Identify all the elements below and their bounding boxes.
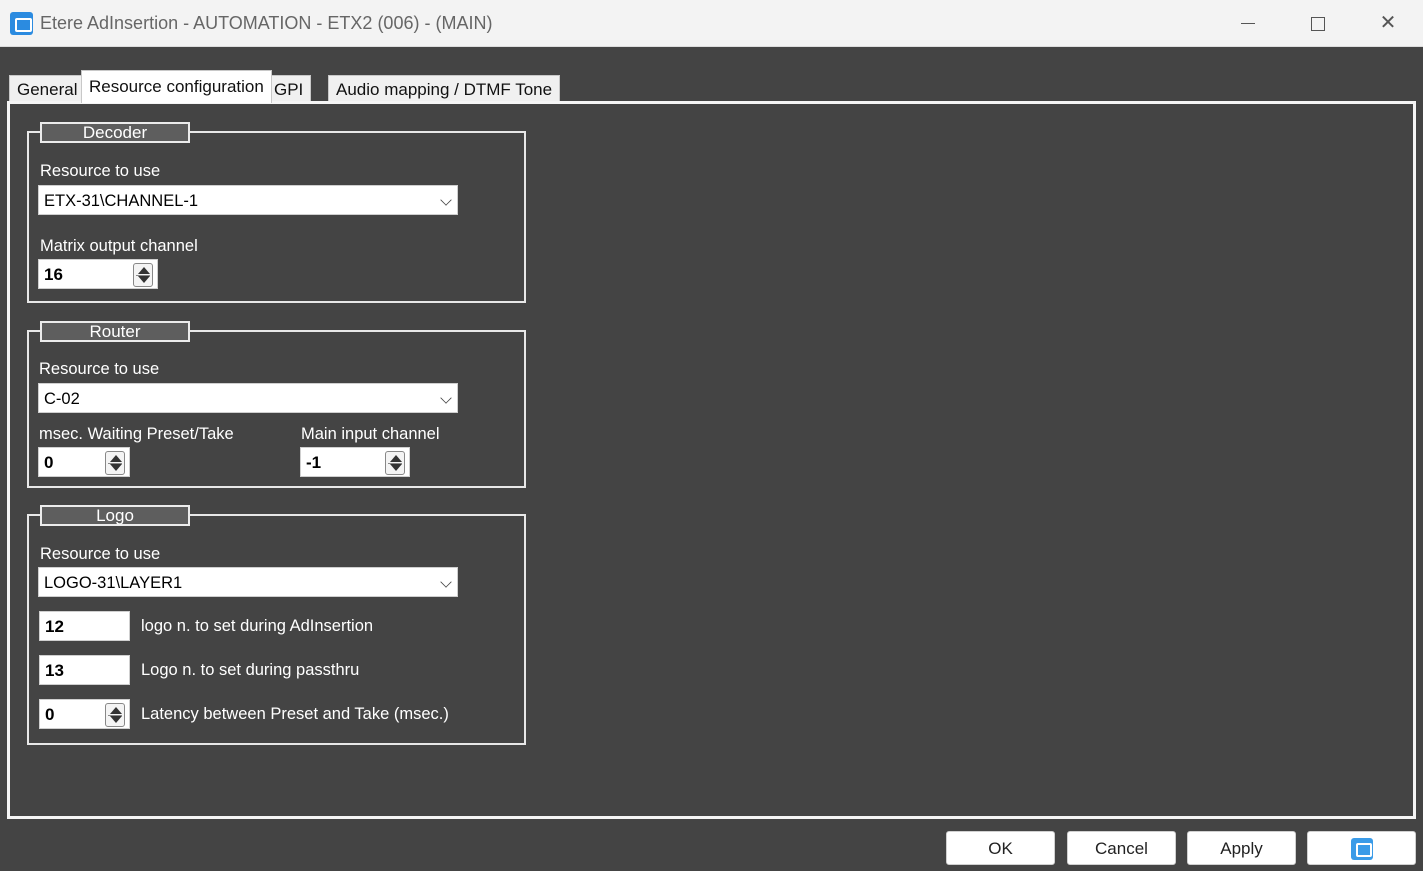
logo-adinsertion-input[interactable]: 12 [39,611,130,641]
matrix-output-value: 16 [44,265,63,284]
latency-value: 0 [45,705,55,724]
close-button[interactable]: ✕ [1353,0,1423,47]
decoder-resource-select[interactable]: ETX-31\CHANNEL-1 [38,185,458,215]
window-title: Etere AdInsertion - AUTOMATION - ETX2 (0… [40,13,493,33]
spin-arrows-icon[interactable] [105,703,125,727]
logo-resource-label: Resource to use [40,545,161,563]
minimize-icon [1241,23,1255,25]
maximize-button[interactable] [1283,0,1353,47]
waiting-preset-value: 0 [44,453,54,472]
spin-arrows-icon[interactable] [133,263,153,287]
router-resource-select[interactable]: C-02 [38,383,458,413]
apply-button[interactable]: Apply [1187,831,1296,865]
waiting-preset-label: msec. Waiting Preset/Take [39,425,234,443]
spin-arrows-icon[interactable] [385,451,405,475]
matrix-output-label: Matrix output channel [40,237,198,255]
ok-button[interactable]: OK [946,831,1055,865]
close-icon: ✕ [1379,12,1397,34]
chevron-down-icon[interactable] [440,576,452,588]
latency-label: Latency between Preset and Take (msec.) [141,705,449,723]
latency-stepper[interactable]: 0 [39,699,130,729]
router-group-title: Router [40,321,190,342]
router-resource-label: Resource to use [39,360,160,378]
tab-gpi[interactable]: GPI [266,75,312,102]
spin-arrows-icon[interactable] [105,451,125,475]
logo-adinsertion-label: logo n. to set during AdInsertion [141,617,374,635]
logo-passthru-label: Logo n. to set during passthru [141,661,360,679]
tab-audio-mapping[interactable]: Audio mapping / DTMF Tone [328,75,561,102]
logo-resource-value: LOGO-31\LAYER1 [44,574,183,592]
matrix-output-stepper[interactable]: 16 [38,259,158,289]
decoder-resource-label: Resource to use [40,162,161,180]
logo-group-title: Logo [40,505,190,526]
minimize-button[interactable] [1213,0,1283,47]
title-bar: Etere AdInsertion - AUTOMATION - ETX2 (0… [0,0,1423,47]
help-icon [1350,838,1373,860]
cancel-button[interactable]: Cancel [1067,831,1176,865]
maximize-icon [1311,16,1325,31]
help-button[interactable] [1307,831,1416,865]
router-resource-value: C-02 [44,390,80,408]
main-input-stepper[interactable]: -1 [300,447,410,477]
tab-general[interactable]: General [9,75,86,102]
tab-resource-configuration[interactable]: Resource configuration [81,70,272,103]
decoder-group-title: Decoder [40,122,190,143]
waiting-preset-stepper[interactable]: 0 [38,447,130,477]
logo-passthru-input[interactable]: 13 [39,655,130,685]
chevron-down-icon[interactable] [440,392,452,404]
chevron-down-icon[interactable] [440,194,452,206]
main-input-value: -1 [306,453,322,472]
app-icon [10,12,33,35]
decoder-resource-value: ETX-31\CHANNEL-1 [44,192,199,210]
logo-resource-select[interactable]: LOGO-31\LAYER1 [38,567,458,597]
main-input-label: Main input channel [301,425,440,443]
